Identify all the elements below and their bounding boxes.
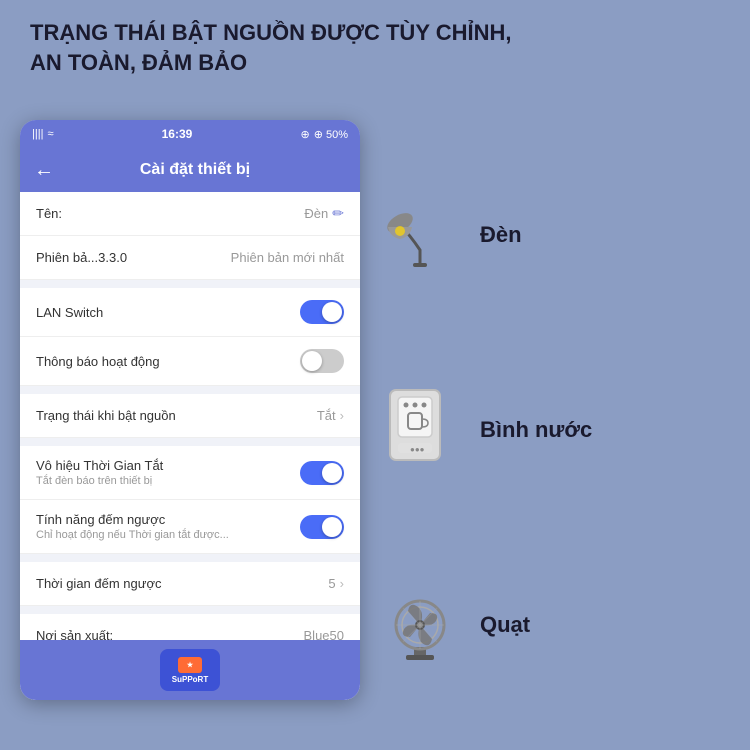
nav-bar: ← Cài đặt thiết bị bbox=[20, 148, 360, 192]
countdown-feature-toggle[interactable] bbox=[300, 515, 344, 539]
notification-toggle[interactable] bbox=[300, 349, 344, 373]
divider-2 bbox=[20, 386, 360, 394]
divider-5 bbox=[20, 606, 360, 614]
notification-row: Thông báo hoạt động bbox=[20, 337, 360, 386]
lamp-device: Đèn bbox=[380, 195, 522, 275]
battery-icon: ⊕ bbox=[300, 128, 309, 141]
divider-4 bbox=[20, 554, 360, 562]
lan-switch-row: LAN Switch bbox=[20, 288, 360, 337]
nav-title: Cài đặt thiết bị bbox=[64, 161, 326, 179]
phone-mockup: |||| ≈ 16:39 ⊕ ⊕ 50% ← Cài đặt thiết bị … bbox=[20, 120, 360, 700]
status-bar: |||| ≈ 16:39 ⊕ ⊕ 50% bbox=[20, 120, 360, 148]
phone-content: Tên: Đèn ✏ Phiên bả...3.3.0 Phiên bản mớ… bbox=[20, 192, 360, 700]
power-state-label: Trạng thái khi bật nguồn bbox=[36, 408, 176, 423]
header-line1: TRẠNG THÁI BẬT NGUỒN ĐƯỢC TÙY CHỈNH, bbox=[30, 18, 720, 48]
chevron-icon: › bbox=[340, 408, 344, 423]
phone-footer: ★ SuPPoRT bbox=[20, 640, 360, 700]
lan-switch-toggle[interactable] bbox=[300, 300, 344, 324]
back-button[interactable]: ← bbox=[34, 159, 54, 182]
disable-timer-row: Vô hiệu Thời Gian Tắt Tắt đèn báo trên t… bbox=[20, 446, 360, 500]
disable-timer-labels: Vô hiệu Thời Gian Tắt Tắt đèn báo trên t… bbox=[36, 458, 300, 487]
lamp-label: Đèn bbox=[480, 222, 522, 248]
countdown-feature-main: Tính năng đếm ngược bbox=[36, 512, 300, 527]
version-label: Phiên bả...3.3.0 bbox=[36, 250, 127, 265]
fan-device: Quạt bbox=[380, 585, 530, 665]
disable-timer-sub: Tắt đèn báo trên thiết bị bbox=[36, 475, 300, 487]
divider-1 bbox=[20, 280, 360, 288]
lamp-icon bbox=[380, 195, 460, 275]
header-line2: AN TOÀN, ĐẢM BẢO bbox=[30, 48, 720, 78]
svg-text:●●●: ●●● bbox=[410, 445, 425, 454]
countdown-feature-labels: Tính năng đếm ngược Chỉ hoạt động nếu Th… bbox=[36, 512, 300, 541]
device-icons-panel: Đèn ●●● Bình nước bbox=[380, 120, 740, 740]
name-value: Đèn ✏ bbox=[304, 205, 344, 222]
version-value: Phiên bản mới nhất bbox=[231, 250, 344, 265]
signal-icon: |||| bbox=[32, 128, 43, 140]
status-battery: ⊕ ⊕ 50% bbox=[300, 128, 348, 141]
divider-3 bbox=[20, 438, 360, 446]
notification-label: Thông báo hoạt động bbox=[36, 354, 160, 369]
water-device: ●●● Bình nước bbox=[380, 385, 592, 475]
disable-timer-main: Vô hiệu Thời Gian Tắt bbox=[36, 458, 300, 473]
logo-text: SuPPoRT bbox=[172, 675, 208, 684]
name-row: Tên: Đèn ✏ bbox=[20, 192, 360, 236]
countdown-time-label: Thời gian đếm ngược bbox=[36, 576, 161, 591]
lan-switch-label: LAN Switch bbox=[36, 305, 103, 320]
status-signal: |||| ≈ bbox=[32, 128, 53, 140]
countdown-chevron-icon: › bbox=[340, 576, 344, 591]
page-header: TRẠNG THÁI BẬT NGUỒN ĐƯỢC TÙY CHỈNH, AN … bbox=[30, 18, 720, 77]
fan-label: Quạt bbox=[480, 612, 530, 638]
wifi-icon: ≈ bbox=[47, 128, 53, 140]
logo-icon: ★ bbox=[178, 657, 202, 673]
countdown-feature-row: Tính năng đếm ngược Chỉ hoạt động nếu Th… bbox=[20, 500, 360, 554]
power-state-value: Tắt › bbox=[317, 408, 344, 423]
countdown-time-row[interactable]: Thời gian đếm ngược 5 › bbox=[20, 562, 360, 606]
fan-icon-svg bbox=[380, 585, 460, 665]
disable-timer-toggle[interactable] bbox=[300, 461, 344, 485]
status-time: 16:39 bbox=[162, 127, 193, 141]
battery-percent: ⊕ 50% bbox=[314, 128, 348, 141]
countdown-time-value: 5 › bbox=[328, 576, 344, 591]
edit-icon[interactable]: ✏ bbox=[332, 205, 344, 222]
power-state-row[interactable]: Trạng thái khi bật nguồn Tắt › bbox=[20, 394, 360, 438]
support-logo: ★ SuPPoRT bbox=[160, 649, 220, 691]
water-heater-icon: ●●● bbox=[380, 385, 460, 475]
version-row: Phiên bả...3.3.0 Phiên bản mới nhất bbox=[20, 236, 360, 280]
name-label: Tên: bbox=[36, 206, 62, 221]
water-label: Bình nước bbox=[480, 417, 592, 443]
countdown-feature-sub: Chỉ hoạt động nếu Thời gian tắt được... bbox=[36, 529, 300, 541]
